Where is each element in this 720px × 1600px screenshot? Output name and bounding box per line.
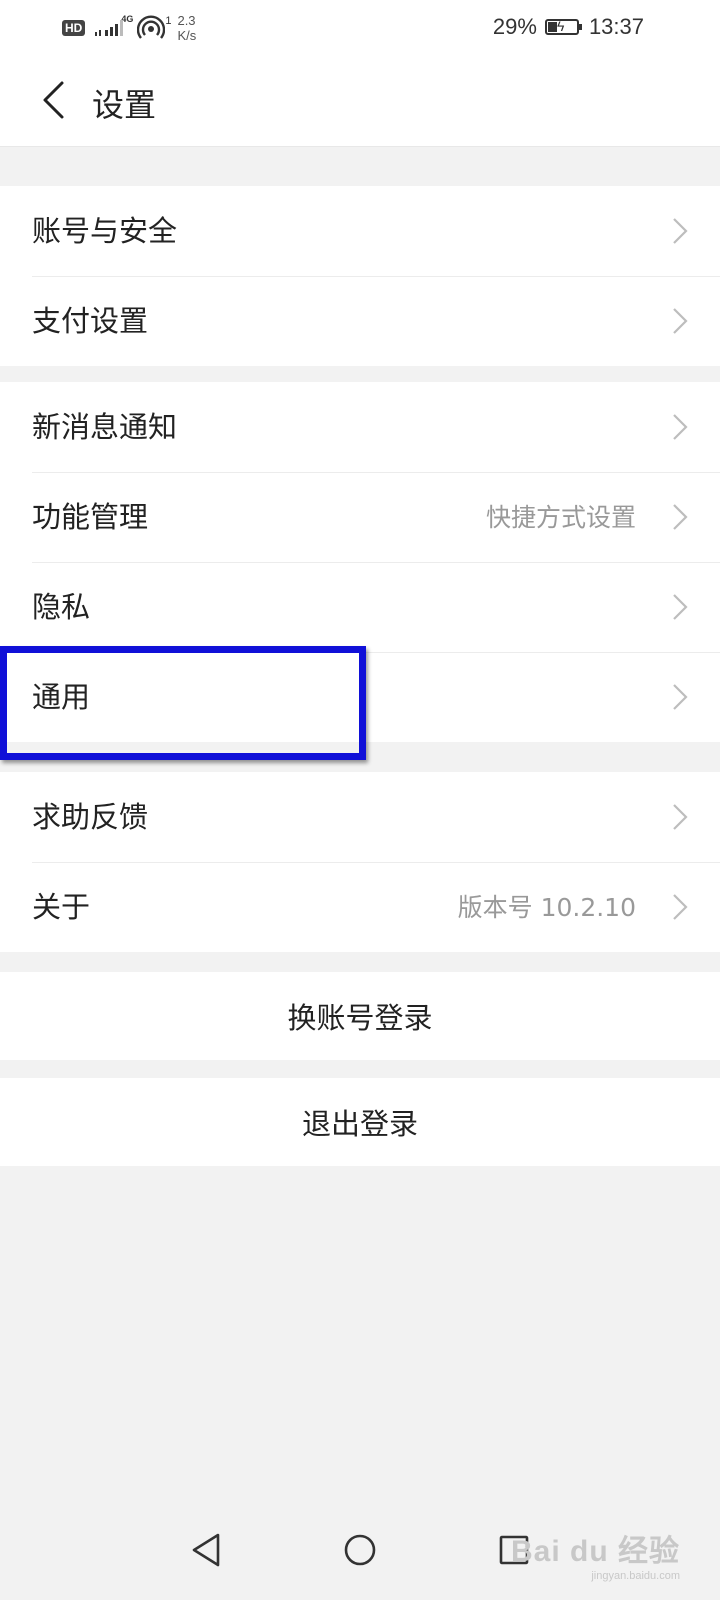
settings-item-payment[interactable]: 支付设置: [0, 276, 720, 366]
status-right: 29% ϟ 13:37: [493, 10, 644, 44]
settings-group-help: 求助反馈 关于 版本号 10.2.10: [0, 772, 720, 952]
settings-item-label: 求助反馈: [32, 800, 149, 834]
settings-item-notifications[interactable]: 新消息通知: [0, 382, 720, 472]
settings-item-about[interactable]: 关于 版本号 10.2.10: [0, 862, 720, 952]
settings-item-label: 账号与安全: [32, 214, 178, 248]
triangle-back-icon: [192, 1533, 220, 1567]
switch-account-button[interactable]: 换账号登录: [0, 972, 720, 1060]
nav-back-button[interactable]: [178, 1522, 234, 1578]
page-title: 设置: [92, 86, 157, 124]
chevron-right-icon: [673, 894, 688, 920]
settings-item-label: 新消息通知: [32, 410, 178, 444]
speed-unit: K/s: [177, 28, 197, 43]
chevron-right-icon: [673, 308, 688, 334]
chevron-right-icon: [673, 218, 688, 244]
chevron-right-icon: [673, 504, 688, 530]
logout-button[interactable]: 退出登录: [0, 1078, 720, 1166]
settings-item-value: 版本号 10.2.10: [457, 893, 636, 922]
clock: 13:37: [588, 14, 644, 39]
settings-item-label: 支付设置: [32, 304, 149, 338]
settings-item-account-security[interactable]: 账号与安全: [0, 186, 720, 276]
settings-item-value: 快捷方式设置: [485, 503, 636, 532]
speed-value: 2.3: [177, 13, 196, 28]
chevron-right-icon: [673, 414, 688, 440]
battery-icon: ϟ: [544, 18, 582, 35]
hotspot-count: 1: [165, 15, 172, 27]
hotspot-icon: 1: [137, 15, 171, 41]
settings-item-features[interactable]: 功能管理 快捷方式设置: [0, 472, 720, 562]
watermark-main: Bai du 经验: [510, 1535, 680, 1568]
signal-icon: 4G: [93, 14, 133, 42]
settings-item-label: 功能管理: [32, 500, 149, 534]
settings-item-label: 关于: [32, 890, 91, 924]
chevron-right-icon: [673, 594, 688, 620]
settings-item-privacy[interactable]: 隐私: [0, 562, 720, 652]
battery-percent: 29%: [492, 14, 537, 39]
settings-item-help-feedback[interactable]: 求助反馈: [0, 772, 720, 862]
watermark-sub: jingyan.baidu.com: [591, 1570, 680, 1582]
settings-group-account: 账号与安全 支付设置: [0, 186, 720, 366]
logout-label: 退出登录: [301, 1107, 418, 1141]
chevron-right-icon: [673, 804, 688, 830]
switch-account-label: 换账号登录: [287, 1001, 433, 1035]
nav-home-button[interactable]: [332, 1522, 388, 1578]
highlight-box: [0, 646, 366, 760]
app-header: 设置: [0, 54, 720, 147]
status-left: HD 4G 1 2.3 K/s: [62, 8, 196, 48]
circle-home-icon: [344, 1534, 376, 1566]
network-speed: 2.3 K/s: [177, 13, 196, 43]
hd-badge: HD: [62, 20, 86, 36]
back-button[interactable]: [28, 72, 78, 128]
chevron-right-icon: [673, 684, 688, 710]
status-bar: HD 4G 1 2.3 K/s 29% ϟ 13:37: [0, 0, 720, 54]
watermark: Bai du 经验 jingyan.baidu.com: [511, 1526, 680, 1582]
back-arrow-icon: [43, 81, 64, 119]
settings-item-label: 隐私: [32, 590, 91, 624]
